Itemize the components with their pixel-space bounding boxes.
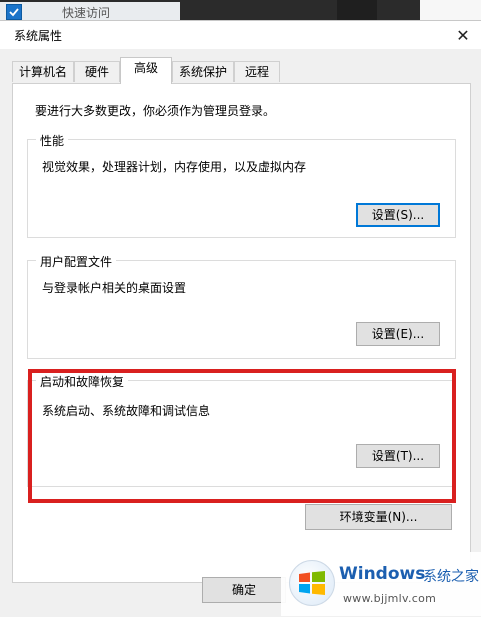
system-properties-dialog: 系统属性 ✕ 计算机名 硬件 高级 系统保护 远程 要进行大多数更改，你必须作为… [0,20,481,617]
user-profiles-group: 用户配置文件 与登录帐户相关的桌面设置 设置(E)... [27,253,456,359]
background-light-pane [420,0,481,22]
performance-group: 性能 视觉效果，处理器计划，内存使用，以及虚拟内存 设置(S)... [27,132,456,238]
environment-variables-button[interactable]: 环境变量(N)... [305,504,452,530]
startup-recovery-description: 系统启动、系统故障和调试信息 [42,404,211,418]
performance-title: 性能 [36,132,69,149]
tab-system-protection[interactable]: 系统保护 [172,61,234,82]
user-profiles-title: 用户配置文件 [36,253,117,270]
tab-remote[interactable]: 远程 [234,61,280,82]
quick-access-label: 快速访问 [62,6,111,20]
checkbox-icon [6,4,22,20]
user-profiles-settings-button[interactable]: 设置(E)... [356,322,440,346]
watermark-url: www.bjjmlv.com [343,592,437,605]
admin-notice: 要进行大多数更改，你必须作为管理员登录。 [35,104,276,118]
windows-logo-icon [289,560,335,606]
tab-hardware[interactable]: 硬件 [74,61,120,82]
performance-description: 视觉效果，处理器计划，内存使用，以及虚拟内存 [42,160,307,174]
site-watermark: Windows 系统之家 www.bjjmlv.com [281,552,481,616]
watermark-brand: Windows [339,564,426,584]
user-profiles-description: 与登录帐户相关的桌面设置 [42,281,187,295]
background-explorer-strip: 快速访问 [0,0,481,22]
window-title: 系统属性 [14,29,63,43]
startup-recovery-group: 启动和故障恢复 系统启动、系统故障和调试信息 设置(T)... [27,373,456,487]
startup-recovery-settings-button[interactable]: 设置(T)... [356,444,440,468]
advanced-tab-panel: 要进行大多数更改，你必须作为管理员登录。 性能 视觉效果，处理器计划，内存使用，… [12,83,471,583]
title-bar: 系统属性 ✕ [0,21,481,49]
close-button[interactable]: ✕ [453,25,473,45]
performance-settings-button[interactable]: 设置(S)... [356,203,440,227]
tab-computer-name[interactable]: 计算机名 [12,61,74,82]
background-dark-pane [337,0,377,22]
close-icon: ✕ [456,25,470,45]
ok-button[interactable]: 确定 [202,577,286,603]
watermark-brand-cn: 系统之家 [423,569,479,585]
startup-recovery-title: 启动和故障恢复 [36,373,129,390]
tab-advanced[interactable]: 高级 [120,57,172,84]
